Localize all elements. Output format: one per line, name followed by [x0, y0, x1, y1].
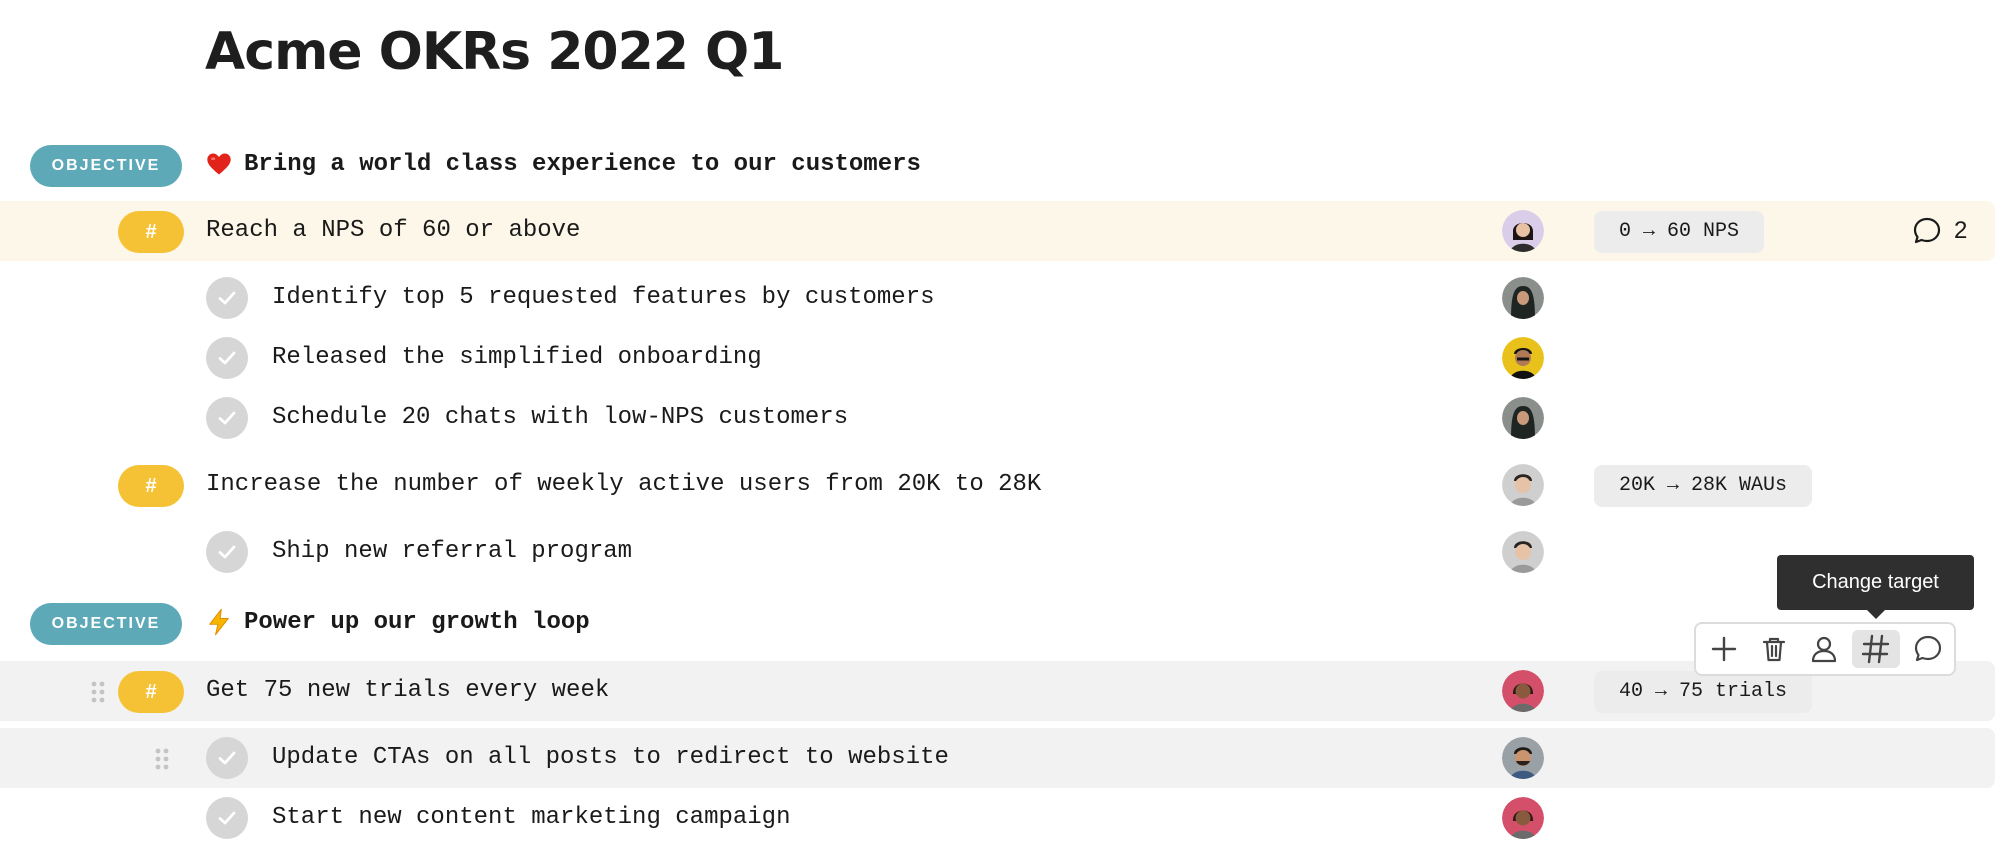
add-button[interactable] — [1704, 630, 1744, 668]
delete-button[interactable] — [1754, 630, 1794, 668]
trash-icon — [1762, 637, 1786, 662]
task-row[interactable]: Start new content marketing campaign — [0, 788, 2000, 848]
check-icon — [218, 411, 236, 425]
task-checkbox[interactable] — [206, 337, 248, 379]
key-result-title[interactable]: Get 75 new trials every week — [206, 661, 609, 721]
check-icon — [218, 811, 236, 825]
avatar[interactable] — [1502, 464, 1544, 506]
assign-owner-button[interactable] — [1804, 630, 1844, 668]
lightning-icon — [209, 608, 229, 636]
task-row[interactable]: Ship new referral program — [0, 522, 2000, 582]
objective-title[interactable]: Bring a world class experience to our cu… — [244, 135, 921, 195]
comment-icon — [1913, 217, 1941, 244]
comment-icon — [1914, 635, 1942, 662]
task-title[interactable]: Start new content marketing campaign — [272, 788, 790, 848]
avatar[interactable] — [1502, 670, 1544, 712]
task-row[interactable]: Released the simplified onboarding — [0, 328, 2000, 388]
person-icon — [1811, 636, 1837, 663]
objective-badge: OBJECTIVE — [30, 603, 182, 645]
task-row[interactable]: Identify top 5 requested features by cus… — [0, 268, 2000, 328]
task-title[interactable]: Schedule 20 chats with low-NPS customers — [272, 388, 848, 448]
drag-handle-icon[interactable] — [155, 748, 169, 770]
drag-handle-icon[interactable] — [91, 681, 105, 703]
objective-badge: OBJECTIVE — [30, 145, 182, 187]
objective-title[interactable]: Power up our growth loop — [244, 593, 590, 653]
task-title[interactable]: Update CTAs on all posts to redirect to … — [272, 728, 949, 788]
key-result-badge: # — [118, 465, 184, 507]
objective-row[interactable]: OBJECTIVE Bring a world class experience… — [0, 135, 2000, 195]
task-title[interactable]: Identify top 5 requested features by cus… — [272, 268, 935, 328]
key-result-row[interactable]: # Increase the number of weekly active u… — [0, 455, 2000, 515]
task-checkbox[interactable] — [206, 531, 248, 573]
task-title[interactable]: Ship new referral program — [272, 522, 632, 582]
row-action-toolbar — [1694, 622, 1956, 676]
key-result-badge: # — [118, 211, 184, 253]
check-icon — [218, 291, 236, 305]
target-chip[interactable]: 0 → 60 NPS — [1594, 211, 1765, 253]
task-checkbox[interactable] — [206, 797, 248, 839]
avatar[interactable] — [1502, 397, 1544, 439]
change-target-tooltip: Change target — [1777, 555, 1974, 619]
key-result-title[interactable]: Reach a NPS of 60 or above — [206, 201, 580, 261]
change-target-button[interactable] — [1852, 630, 1900, 668]
avatar[interactable] — [1502, 210, 1544, 252]
avatar[interactable] — [1502, 737, 1544, 779]
comment-counter[interactable]: 2 — [1912, 216, 1967, 246]
page-title: Acme OKRs 2022 Q1 — [205, 22, 784, 82]
avatar[interactable] — [1502, 277, 1544, 319]
key-result-title[interactable]: Increase the number of weekly active use… — [206, 455, 1041, 515]
comment-button[interactable] — [1908, 630, 1948, 668]
check-icon — [218, 751, 236, 765]
task-checkbox[interactable] — [206, 737, 248, 779]
avatar[interactable] — [1502, 531, 1544, 573]
avatar[interactable] — [1502, 337, 1544, 379]
target-chip[interactable]: 40 → 75 trials — [1594, 671, 1813, 713]
key-result-row[interactable]: # Reach a NPS of 60 or above 0 → 60 NPS … — [0, 201, 1995, 261]
comment-count: 2 — [1954, 217, 1968, 244]
check-icon — [218, 351, 236, 365]
target-chip[interactable]: 20K → 28K WAUs — [1594, 465, 1813, 507]
plus-icon — [1711, 636, 1737, 662]
task-checkbox[interactable] — [206, 277, 248, 319]
task-checkbox[interactable] — [206, 397, 248, 439]
key-result-badge: # — [118, 671, 184, 713]
avatar[interactable] — [1502, 797, 1544, 839]
task-title[interactable]: Released the simplified onboarding — [272, 328, 762, 388]
task-row[interactable]: Schedule 20 chats with low-NPS customers — [0, 388, 2000, 448]
task-row[interactable]: Update CTAs on all posts to redirect to … — [0, 728, 1995, 788]
hash-icon — [1861, 634, 1890, 664]
check-icon — [218, 545, 236, 559]
heart-icon — [207, 153, 231, 175]
